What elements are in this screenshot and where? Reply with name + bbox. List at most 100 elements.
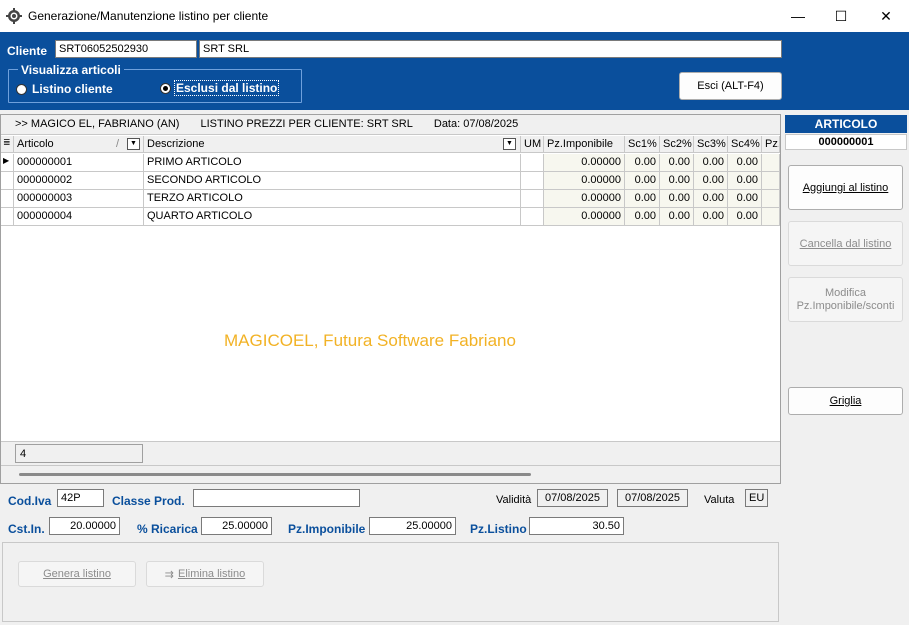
pz-listino-field[interactable]: 30.50 [529,517,624,535]
exit-button[interactable]: Esci (ALT-F4) [679,72,782,100]
cod-iva-field[interactable]: 42P [57,489,104,507]
valuta-label: Valuta [704,494,735,506]
header-pz-imponibile[interactable]: Pz.Imponibile [544,136,625,153]
title-bar: Generazione/Manutenzione listino per cli… [0,0,909,32]
cell-um[interactable] [521,190,544,207]
maximize-button[interactable]: ☐ [818,0,864,32]
esclusi-listino-label[interactable]: Esclusi dal listino [173,80,280,96]
validita-from-field[interactable]: 07/08/2025 [537,489,608,507]
filter-dropdown-icon[interactable]: ▼ [127,138,140,150]
cell-um[interactable] [521,172,544,189]
window-title: Generazione/Manutenzione listino per cli… [28,9,269,23]
minimize-icon: — [791,8,805,24]
cell-pz-imponibile[interactable]: 0.00000 [544,154,625,171]
record-count: 4 [15,444,143,463]
table-row[interactable]: ▶ 000000001 PRIMO ARTICOLO 0.00000 0.00 0.00 0… [1,154,780,172]
cell-sc2[interactable]: 0.00 [660,190,694,207]
listino-cliente-label[interactable]: Listino cliente [32,82,113,96]
pz-imponibile-label: Pz.Imponibile [288,522,366,536]
gear-app-icon [6,8,22,24]
cell-sc3[interactable]: 0.00 [694,172,728,189]
ricarica-field[interactable]: 25.00000 [201,517,272,535]
articolo-code: 000000001 [785,134,907,150]
cell-um[interactable] [521,154,544,171]
elimina-listino-button[interactable]: ⇉ Elimina listino [146,561,264,587]
pz-listino-label: Pz.Listino [470,522,527,536]
cell-sc4[interactable]: 0.00 [728,190,762,207]
watermark-text: MAGICOEL, Futura Software Fabriano [224,331,516,350]
valuta-field[interactable]: EU [745,489,768,507]
row-indicator[interactable]: ▶ [1,154,14,171]
header-sc4[interactable]: Sc4% [728,136,762,153]
cell-sc4[interactable]: 0.00 [728,154,762,171]
row-indicator[interactable] [1,208,14,225]
cell-pz[interactable] [762,208,780,225]
esclusi-listino-radio[interactable] [160,83,171,94]
genera-listino-button[interactable]: Genera listino [18,561,136,587]
cell-sc1[interactable]: 0.00 [625,190,660,207]
cell-pz-imponibile[interactable]: 0.00000 [544,190,625,207]
minimize-button[interactable]: — [775,0,821,32]
validita-to-field[interactable]: 07/08/2025 [617,489,688,507]
cell-descrizione[interactable]: PRIMO ARTICOLO [144,154,521,171]
cst-in-field[interactable]: 20.00000 [49,517,120,535]
grid-header: ≣ Articolo / ▼ Descrizione ▼ UM Pz.Impon… [1,136,780,153]
table-row[interactable]: 000000003 TERZO ARTICOLO 0.00000 0.00 0.00 0.… [1,190,780,208]
cell-sc2[interactable]: 0.00 [660,208,694,225]
cliente-name-field[interactable]: SRT SRL [199,40,782,58]
cell-sc4[interactable]: 0.00 [728,172,762,189]
close-icon: ✕ [880,7,892,24]
aggiungi-listino-button[interactable]: Aggiungi al listino [788,165,903,210]
cell-descrizione[interactable]: SECONDO ARTICOLO [144,172,521,189]
cell-sc1[interactable]: 0.00 [625,172,660,189]
cliente-label: Cliente [7,44,48,58]
cell-articolo[interactable]: 000000003 [14,190,144,207]
cell-articolo[interactable]: 000000004 [14,208,144,225]
visualizza-title: Visualizza articoli [18,63,124,77]
griglia-button[interactable]: Griglia [788,387,903,415]
cell-sc3[interactable]: 0.00 [694,190,728,207]
cell-articolo[interactable]: 000000002 [14,172,144,189]
cell-articolo[interactable]: 000000001 [14,154,144,171]
cell-sc1[interactable]: 0.00 [625,154,660,171]
header-articolo[interactable]: Articolo / ▼ [14,136,144,153]
pz-imponibile-field[interactable]: 25.00000 [369,517,456,535]
caption-date: Data: 07/08/2025 [433,118,519,130]
table-row[interactable]: 000000002 SECONDO ARTICOLO 0.00000 0.00 0.00… [1,172,780,190]
header-sc3[interactable]: Sc3% [694,136,728,153]
header-sc2[interactable]: Sc2% [660,136,694,153]
cell-sc3[interactable]: 0.00 [694,154,728,171]
row-indicator[interactable] [1,190,14,207]
scrollbar-thumb[interactable] [19,473,531,476]
cell-um[interactable] [521,208,544,225]
classe-prod-field[interactable] [193,489,360,507]
cancella-listino-button[interactable]: Cancella dal listino [788,221,903,266]
cell-pz[interactable] [762,172,780,189]
cell-pz[interactable] [762,190,780,207]
ricarica-label: % Ricarica [137,522,198,536]
cell-pz-imponibile[interactable]: 0.00000 [544,172,625,189]
cell-sc1[interactable]: 0.00 [625,208,660,225]
header-descrizione[interactable]: Descrizione ▼ [144,136,521,153]
row-indicator[interactable] [1,172,14,189]
cell-pz-imponibile[interactable]: 0.00000 [544,208,625,225]
header-pz[interactable]: Pz. [762,136,780,153]
column-chooser-icon[interactable]: ≣ [1,136,14,153]
cell-sc4[interactable]: 0.00 [728,208,762,225]
cell-descrizione[interactable]: QUARTO ARTICOLO [144,208,521,225]
filter-dropdown-icon[interactable]: ▼ [503,138,516,150]
cell-sc2[interactable]: 0.00 [660,154,694,171]
listino-cliente-radio[interactable] [16,84,27,95]
header-um[interactable]: UM [521,136,544,153]
cell-pz[interactable] [762,154,780,171]
cell-sc2[interactable]: 0.00 [660,172,694,189]
header-sc1[interactable]: Sc1% [625,136,660,153]
modifica-button[interactable]: Modifica Pz.Imponibile/sconti [788,277,903,322]
table-row[interactable]: 000000004 QUARTO ARTICOLO 0.00000 0.00 0.00 0… [1,208,780,226]
cliente-code-field[interactable]: SRT06052502930 [55,40,197,58]
maximize-icon: ☐ [834,7,848,24]
cell-descrizione[interactable]: TERZO ARTICOLO [144,190,521,207]
cell-sc3[interactable]: 0.00 [694,208,728,225]
validita-label: Validità [496,494,532,506]
close-button[interactable]: ✕ [863,0,909,32]
